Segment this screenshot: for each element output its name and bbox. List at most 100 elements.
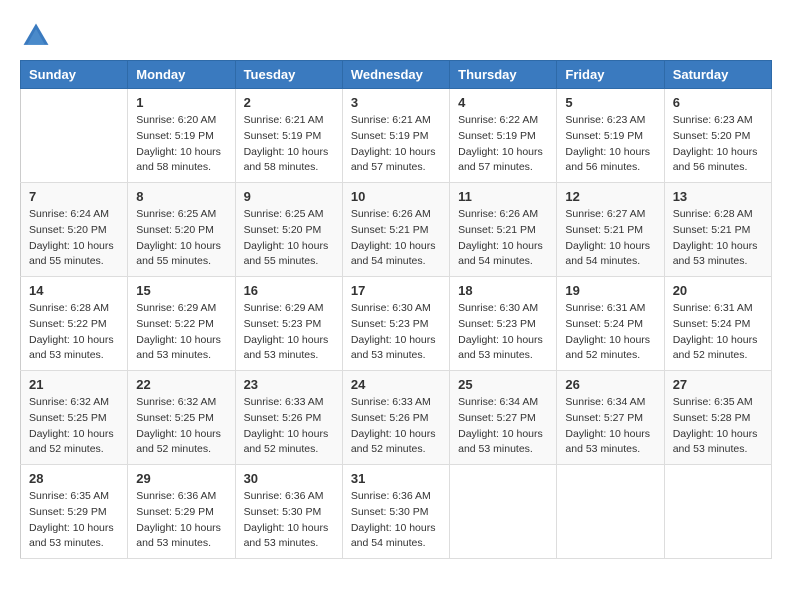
day-info: Sunrise: 6:32 AM Sunset: 5:25 PM Dayligh… <box>136 395 226 458</box>
calendar-cell: 29Sunrise: 6:36 AM Sunset: 5:29 PM Dayli… <box>128 465 235 559</box>
calendar-cell: 26 Sunrise: 6:34 AM Sunset: 5:27 PM Dayli… <box>557 371 664 465</box>
calendar-cell: 6 Sunrise: 6:23 AM Sunset: 5:20 PM Daylig… <box>664 89 771 183</box>
calendar-cell: 23 Sunrise: 6:33 AM Sunset: 5:26 PM Dayli… <box>235 371 342 465</box>
day-number: 30 <box>244 471 334 486</box>
day-number: 1 <box>136 95 226 110</box>
day-info: Sunrise: 6:26 AM Sunset: 5:21 PM Dayligh… <box>458 207 548 270</box>
day-info: Sunrise: 6:33 AM Sunset: 5:26 PM Dayligh… <box>351 395 441 458</box>
header-sunday: Sunday <box>21 61 128 89</box>
day-info: Sunrise: 6:28 AM Sunset: 5:22 PM Dayligh… <box>29 301 119 364</box>
calendar-cell: 4 Sunrise: 6:22 AM Sunset: 5:19 PM Daylig… <box>450 89 557 183</box>
calendar-cell: 25Sunrise: 6:34 AM Sunset: 5:27 PM Dayli… <box>450 371 557 465</box>
week-row-2: 7 Sunrise: 6:24 AM Sunset: 5:20 PM Daylig… <box>21 183 772 277</box>
week-row-3: 14 Sunrise: 6:28 AM Sunset: 5:22 PM Dayli… <box>21 277 772 371</box>
day-number: 6 <box>673 95 763 110</box>
header-thursday: Thursday <box>450 61 557 89</box>
header-saturday: Saturday <box>664 61 771 89</box>
day-number: 5 <box>565 95 655 110</box>
week-row-1: 1 Sunrise: 6:20 AM Sunset: 5:19 PM Daylig… <box>21 89 772 183</box>
calendar-cell: 17 Sunrise: 6:30 AM Sunset: 5:23 PM Dayli… <box>342 277 449 371</box>
day-info: Sunrise: 6:36 AM Sunset: 5:29 PM Dayligh… <box>136 489 226 552</box>
calendar-cell: 15Sunrise: 6:29 AM Sunset: 5:22 PM Dayli… <box>128 277 235 371</box>
day-info: Sunrise: 6:21 AM Sunset: 5:19 PM Dayligh… <box>351 113 441 176</box>
header-row: SundayMondayTuesdayWednesdayThursdayFrid… <box>21 61 772 89</box>
week-row-4: 21 Sunrise: 6:32 AM Sunset: 5:25 PM Dayli… <box>21 371 772 465</box>
day-number: 19 <box>565 283 655 298</box>
calendar-cell: 5 Sunrise: 6:23 AM Sunset: 5:19 PM Daylig… <box>557 89 664 183</box>
day-info: Sunrise: 6:33 AM Sunset: 5:26 PM Dayligh… <box>244 395 334 458</box>
calendar-cell: 20 Sunrise: 6:31 AM Sunset: 5:24 PM Dayli… <box>664 277 771 371</box>
day-info: Sunrise: 6:35 AM Sunset: 5:29 PM Dayligh… <box>29 489 119 552</box>
calendar-cell: 3 Sunrise: 6:21 AM Sunset: 5:19 PM Daylig… <box>342 89 449 183</box>
calendar-cell <box>557 465 664 559</box>
calendar-cell: 24Sunrise: 6:33 AM Sunset: 5:26 PM Dayli… <box>342 371 449 465</box>
day-info: Sunrise: 6:30 AM Sunset: 5:23 PM Dayligh… <box>351 301 441 364</box>
calendar-cell: 21 Sunrise: 6:32 AM Sunset: 5:25 PM Dayli… <box>21 371 128 465</box>
calendar-cell <box>450 465 557 559</box>
calendar-cell: 14 Sunrise: 6:28 AM Sunset: 5:22 PM Dayli… <box>21 277 128 371</box>
day-info: Sunrise: 6:36 AM Sunset: 5:30 PM Dayligh… <box>351 489 441 552</box>
page-header <box>20 20 772 52</box>
calendar-cell: 2 Sunrise: 6:21 AM Sunset: 5:19 PM Daylig… <box>235 89 342 183</box>
day-number: 21 <box>29 377 119 392</box>
calendar-cell: 13 Sunrise: 6:28 AM Sunset: 5:21 PM Dayli… <box>664 183 771 277</box>
calendar-cell: 10Sunrise: 6:26 AM Sunset: 5:21 PM Dayli… <box>342 183 449 277</box>
day-info: Sunrise: 6:28 AM Sunset: 5:21 PM Dayligh… <box>673 207 763 270</box>
day-number: 20 <box>673 283 763 298</box>
calendar-cell <box>21 89 128 183</box>
day-info: Sunrise: 6:26 AM Sunset: 5:21 PM Dayligh… <box>351 207 441 270</box>
calendar-table: SundayMondayTuesdayWednesdayThursdayFrid… <box>20 60 772 559</box>
day-number: 22 <box>136 377 226 392</box>
calendar-cell: 12 Sunrise: 6:27 AM Sunset: 5:21 PM Dayli… <box>557 183 664 277</box>
day-number: 2 <box>244 95 334 110</box>
day-number: 11 <box>458 189 548 204</box>
day-info: Sunrise: 6:34 AM Sunset: 5:27 PM Dayligh… <box>565 395 655 458</box>
day-info: Sunrise: 6:21 AM Sunset: 5:19 PM Dayligh… <box>244 113 334 176</box>
calendar-cell: 22 Sunrise: 6:32 AM Sunset: 5:25 PM Dayli… <box>128 371 235 465</box>
day-info: Sunrise: 6:36 AM Sunset: 5:30 PM Dayligh… <box>244 489 334 552</box>
calendar-cell: 19 Sunrise: 6:31 AM Sunset: 5:24 PM Dayli… <box>557 277 664 371</box>
day-number: 28 <box>29 471 119 486</box>
calendar-cell: 1 Sunrise: 6:20 AM Sunset: 5:19 PM Daylig… <box>128 89 235 183</box>
day-number: 13 <box>673 189 763 204</box>
calendar-cell: 7 Sunrise: 6:24 AM Sunset: 5:20 PM Daylig… <box>21 183 128 277</box>
calendar-cell: 31 Sunrise: 6:36 AM Sunset: 5:30 PM Dayli… <box>342 465 449 559</box>
day-info: Sunrise: 6:23 AM Sunset: 5:20 PM Dayligh… <box>673 113 763 176</box>
day-info: Sunrise: 6:27 AM Sunset: 5:21 PM Dayligh… <box>565 207 655 270</box>
logo-icon <box>20 20 52 52</box>
day-number: 3 <box>351 95 441 110</box>
day-info: Sunrise: 6:25 AM Sunset: 5:20 PM Dayligh… <box>136 207 226 270</box>
day-number: 9 <box>244 189 334 204</box>
header-friday: Friday <box>557 61 664 89</box>
day-info: Sunrise: 6:20 AM Sunset: 5:19 PM Dayligh… <box>136 113 226 176</box>
day-number: 12 <box>565 189 655 204</box>
day-info: Sunrise: 6:32 AM Sunset: 5:25 PM Dayligh… <box>29 395 119 458</box>
day-info: Sunrise: 6:31 AM Sunset: 5:24 PM Dayligh… <box>673 301 763 364</box>
day-number: 15 <box>136 283 226 298</box>
calendar-cell: 8Sunrise: 6:25 AM Sunset: 5:20 PM Daylig… <box>128 183 235 277</box>
day-number: 17 <box>351 283 441 298</box>
day-info: Sunrise: 6:23 AM Sunset: 5:19 PM Dayligh… <box>565 113 655 176</box>
calendar-cell <box>664 465 771 559</box>
calendar-cell: 9 Sunrise: 6:25 AM Sunset: 5:20 PM Daylig… <box>235 183 342 277</box>
day-info: Sunrise: 6:25 AM Sunset: 5:20 PM Dayligh… <box>244 207 334 270</box>
calendar-cell: 18 Sunrise: 6:30 AM Sunset: 5:23 PM Dayli… <box>450 277 557 371</box>
calendar-cell: 28 Sunrise: 6:35 AM Sunset: 5:29 PM Dayli… <box>21 465 128 559</box>
day-info: Sunrise: 6:29 AM Sunset: 5:23 PM Dayligh… <box>244 301 334 364</box>
calendar-cell: 27Sunrise: 6:35 AM Sunset: 5:28 PM Dayli… <box>664 371 771 465</box>
day-number: 31 <box>351 471 441 486</box>
day-number: 18 <box>458 283 548 298</box>
day-info: Sunrise: 6:30 AM Sunset: 5:23 PM Dayligh… <box>458 301 548 364</box>
calendar-cell: 30 Sunrise: 6:36 AM Sunset: 5:30 PM Dayli… <box>235 465 342 559</box>
day-info: Sunrise: 6:31 AM Sunset: 5:24 PM Dayligh… <box>565 301 655 364</box>
logo <box>20 20 56 52</box>
day-number: 23 <box>244 377 334 392</box>
day-info: Sunrise: 6:24 AM Sunset: 5:20 PM Dayligh… <box>29 207 119 270</box>
day-number: 26 <box>565 377 655 392</box>
day-number: 14 <box>29 283 119 298</box>
day-number: 4 <box>458 95 548 110</box>
day-number: 7 <box>29 189 119 204</box>
header-tuesday: Tuesday <box>235 61 342 89</box>
calendar-cell: 11 Sunrise: 6:26 AM Sunset: 5:21 PM Dayli… <box>450 183 557 277</box>
day-info: Sunrise: 6:22 AM Sunset: 5:19 PM Dayligh… <box>458 113 548 176</box>
